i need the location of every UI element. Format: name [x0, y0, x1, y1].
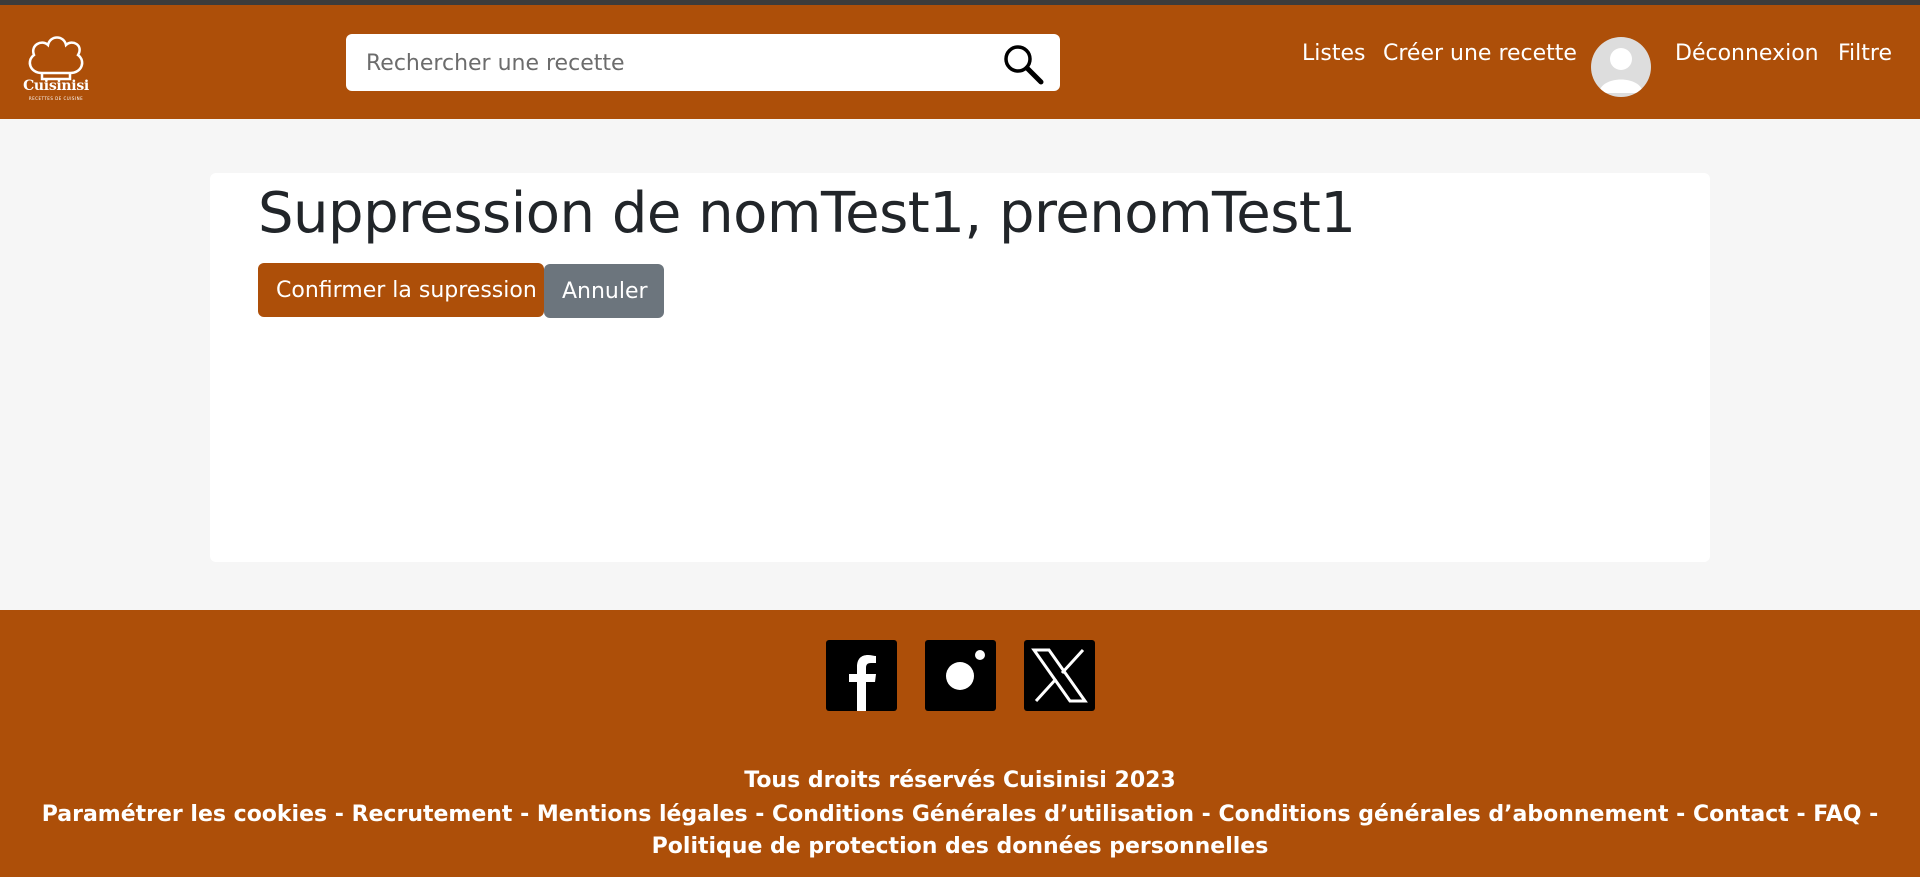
confirm-delete-button[interactable]: Confirmer la supression	[258, 263, 544, 317]
separator: -	[1788, 802, 1814, 827]
x-icon[interactable]	[1024, 640, 1095, 711]
footer-link-recruitment[interactable]: Recrutement	[352, 802, 513, 827]
copyright-text: Tous droits réservés Cuisinisi 2023	[744, 768, 1176, 793]
search-input[interactable]	[364, 34, 968, 93]
footer-link-contact[interactable]: Contact	[1693, 802, 1789, 827]
chef-hat-icon	[28, 36, 84, 81]
footer-link-privacy[interactable]: Politique de protection des données pers…	[652, 834, 1269, 859]
footer-link-legal[interactable]: Mentions légales	[537, 802, 748, 827]
footer-link-faq[interactable]: FAQ	[1813, 802, 1861, 827]
separator: -	[1668, 802, 1693, 827]
footer-link-subscription-terms[interactable]: Conditions générales d’abonnement	[1218, 802, 1668, 827]
social-links	[0, 640, 1920, 712]
separator: -	[327, 802, 352, 827]
search-icon[interactable]	[1001, 42, 1045, 86]
footer-links: Paramétrer les cookies - Recrutement - M…	[0, 799, 1920, 863]
delete-confirmation-card: Suppression de nomTest1, prenomTest1 Con…	[210, 173, 1710, 562]
search-bar	[346, 34, 1060, 93]
site-logo[interactable]: Cuisinisi RECETTES DE CUISINE	[20, 33, 92, 103]
nav-lists[interactable]: Listes	[1302, 41, 1365, 66]
site-header: Cuisinisi RECETTES DE CUISINE Listes Cré…	[0, 5, 1920, 119]
footer-link-cookies[interactable]: Paramétrer les cookies	[42, 802, 327, 827]
nav-filter[interactable]: Filtre	[1838, 41, 1892, 66]
separator: -	[1861, 802, 1879, 827]
page-title: Suppression de nomTest1, prenomTest1	[258, 181, 1356, 246]
logo-tagline: RECETTES DE CUISINE	[28, 96, 84, 101]
facebook-icon[interactable]	[826, 640, 897, 711]
nav-logout[interactable]: Déconnexion	[1675, 41, 1819, 66]
nav-create-recipe[interactable]: Créer une recette	[1383, 41, 1577, 66]
site-footer: Tous droits réservés Cuisinisi 2023 Para…	[0, 610, 1920, 877]
cancel-button[interactable]: Annuler	[544, 264, 664, 318]
instagram-icon[interactable]	[925, 640, 996, 711]
separator: -	[1193, 802, 1219, 827]
user-avatar-icon[interactable]	[1591, 37, 1651, 97]
footer-link-terms-of-use[interactable]: Conditions Générales d’utilisation	[772, 802, 1194, 827]
separator: -	[512, 802, 537, 827]
separator: -	[747, 802, 773, 827]
logo-brand: Cuisinisi	[23, 78, 89, 94]
